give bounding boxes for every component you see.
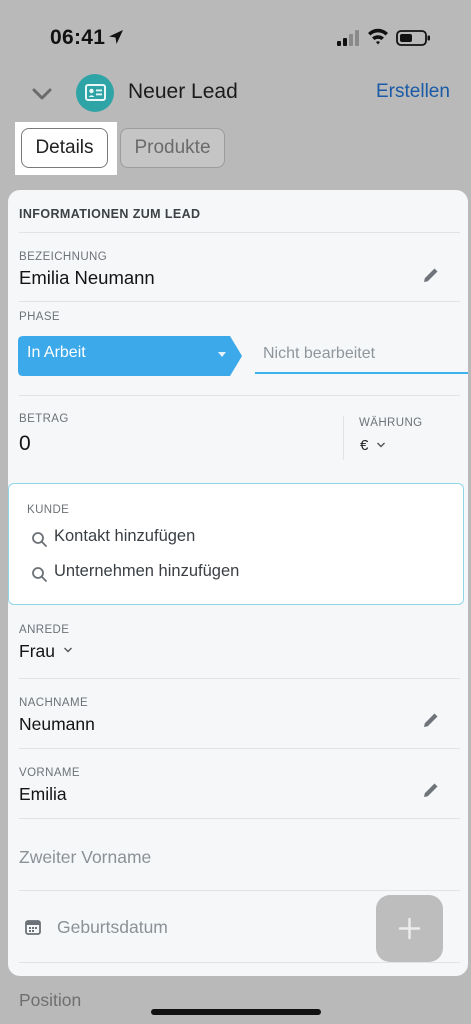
anrede-select[interactable]: Frau — [19, 641, 55, 662]
position-field[interactable]: Position — [19, 990, 81, 1011]
divider — [19, 962, 460, 963]
search-icon — [32, 567, 47, 582]
divider — [19, 395, 460, 396]
betrag-label: BETRAG — [19, 413, 69, 425]
phase-next-underline — [255, 372, 468, 374]
tab-produkte[interactable]: Produkte — [120, 128, 225, 168]
phase-active-label: In Arbeit — [27, 344, 86, 361]
phase-next-step[interactable]: Nicht bearbeitet — [263, 345, 375, 363]
geburtsdatum-field[interactable]: Geburtsdatum — [57, 917, 168, 938]
create-button[interactable]: Erstellen — [376, 81, 450, 103]
lead-form-card: INFORMATIONEN ZUM LEAD BEZEICHNUNG Emili… — [8, 190, 468, 976]
edit-pencil-icon[interactable] — [422, 266, 440, 284]
status-time: 06:41 — [50, 26, 106, 49]
bezeichnung-field[interactable]: Emilia Neumann — [19, 267, 155, 289]
vorname-field[interactable]: Emilia — [19, 784, 67, 805]
kunde-label: KUNDE — [27, 504, 70, 516]
phase-dropdown-icon[interactable] — [218, 352, 226, 357]
divider — [19, 890, 460, 891]
cellular-signal-icon — [337, 30, 359, 46]
chevron-down-icon — [377, 442, 385, 448]
edit-pencil-icon[interactable] — [422, 781, 440, 799]
vorname-label: VORNAME — [19, 767, 80, 779]
bezeichnung-label: BEZEICHNUNG — [19, 251, 108, 263]
chevron-down-icon — [64, 647, 72, 653]
home-indicator[interactable] — [151, 1009, 321, 1015]
header: Neuer Lead Erstellen — [0, 70, 471, 126]
divider — [19, 818, 460, 819]
waehrung-select[interactable]: € — [360, 437, 368, 454]
search-icon — [32, 532, 47, 547]
page-title: Neuer Lead — [128, 80, 238, 103]
divider — [19, 301, 460, 302]
wifi-icon — [368, 28, 388, 45]
waehrung-label: WÄHRUNG — [359, 417, 423, 429]
anrede-label: ANREDE — [19, 624, 70, 636]
battery-icon — [396, 30, 430, 46]
section-title: INFORMATIONEN ZUM LEAD — [19, 207, 201, 221]
nachname-field[interactable]: Neumann — [19, 714, 95, 735]
edit-pencil-icon[interactable] — [422, 711, 440, 729]
field-separator — [343, 416, 344, 460]
divider — [19, 748, 460, 749]
zweiter-vorname-field[interactable]: Zweiter Vorname — [19, 847, 151, 868]
lead-card-icon — [76, 74, 114, 112]
chevron-down-icon[interactable] — [30, 82, 54, 106]
add-fab-button[interactable] — [376, 895, 443, 962]
nachname-label: NACHNAME — [19, 697, 89, 709]
betrag-field[interactable]: 0 — [19, 432, 31, 456]
divider — [19, 678, 460, 679]
phase-label: PHASE — [19, 311, 60, 323]
location-arrow-icon — [109, 30, 123, 44]
add-contact-button[interactable]: Kontakt hinzufügen — [54, 527, 195, 546]
divider — [19, 232, 460, 233]
tab-details[interactable]: Details — [21, 128, 108, 168]
add-company-button[interactable]: Unternehmen hinzufügen — [54, 562, 239, 581]
plus-icon — [398, 917, 421, 940]
calendar-icon — [25, 920, 41, 935]
status-bar: 06:41 — [0, 0, 471, 70]
kunde-section: KUNDE Kontakt hinzufügen Unternehmen hin… — [8, 483, 464, 605]
